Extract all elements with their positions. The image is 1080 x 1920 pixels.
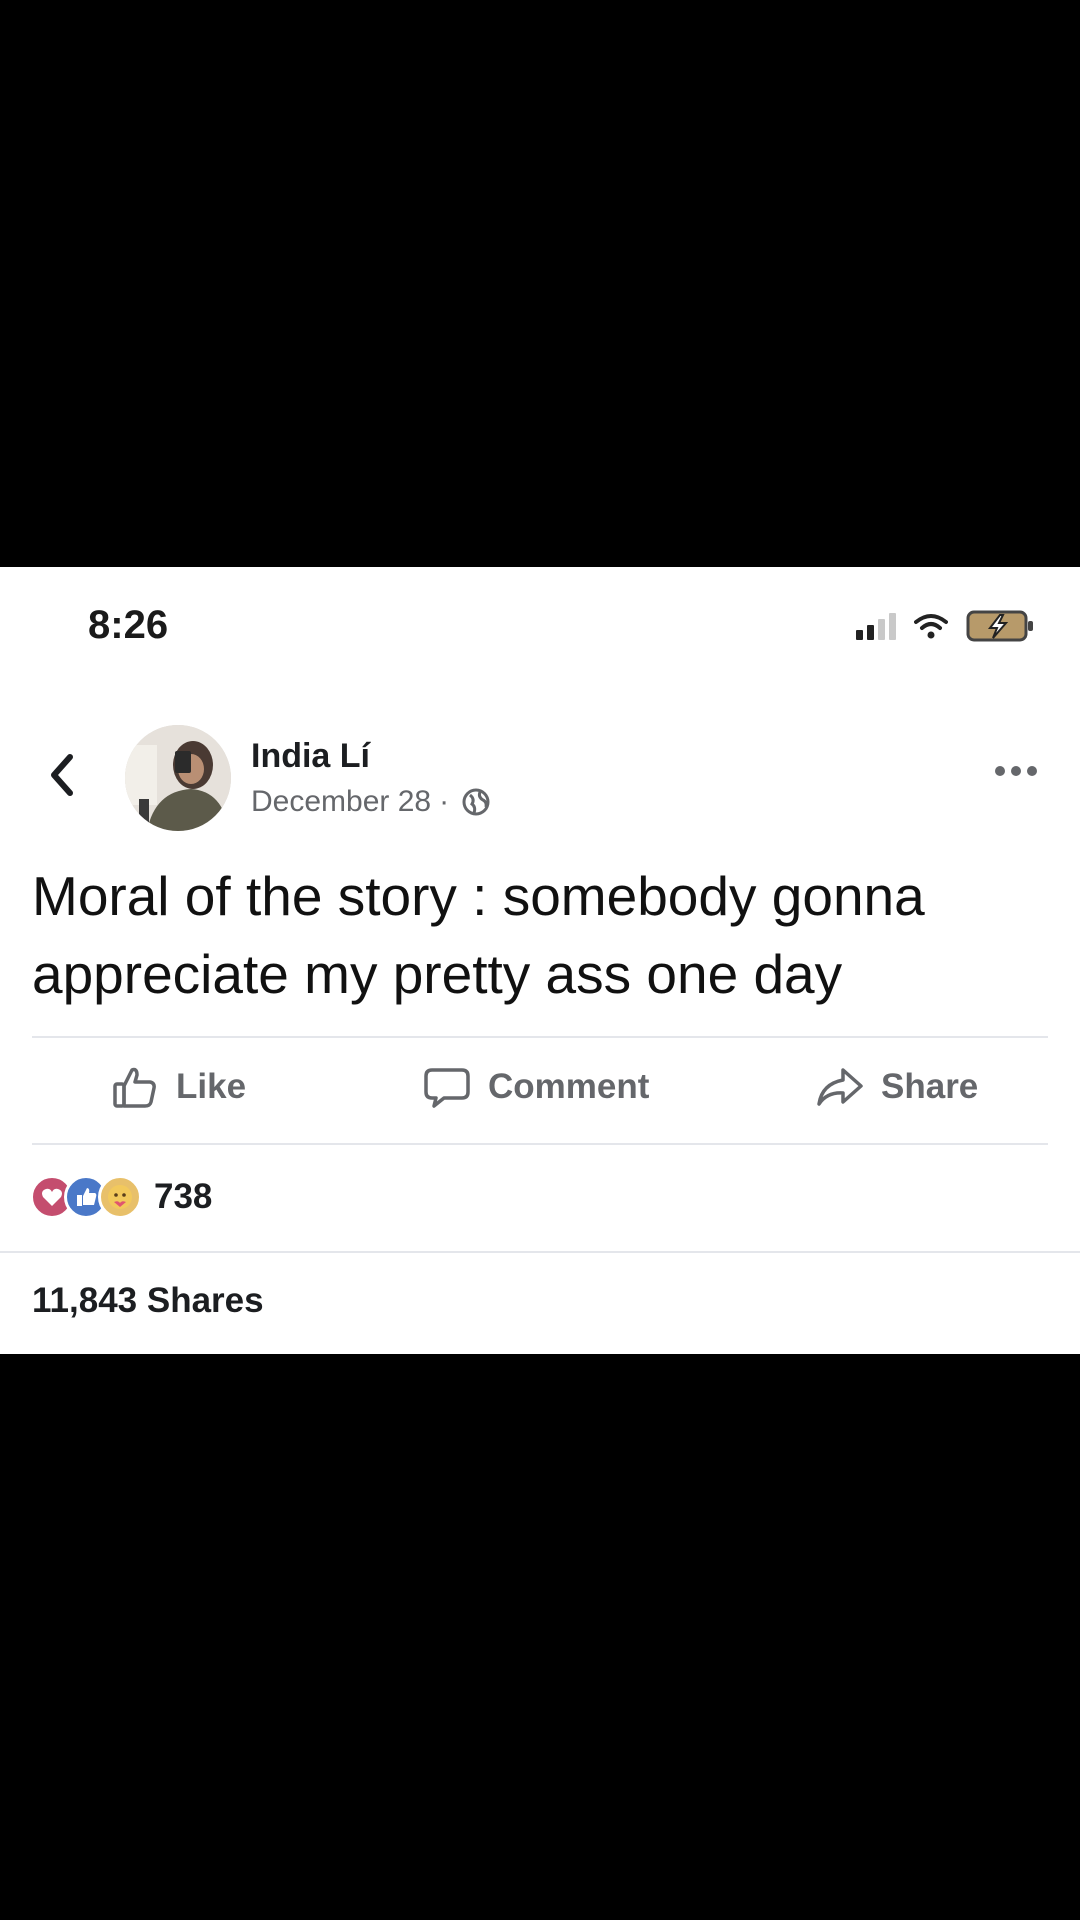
share-label: Share — [881, 1067, 979, 1106]
like-icon — [113, 1067, 156, 1108]
status-icons — [856, 609, 1036, 643]
divider — [0, 1251, 1080, 1253]
post-text: Moral of the story : somebody gonna appr… — [32, 865, 925, 1005]
back-chevron-icon[interactable] — [40, 747, 84, 803]
reactions-summary[interactable]: 738 — [30, 1167, 212, 1227]
author-name[interactable]: India Lí — [251, 737, 370, 776]
status-time: 8:26 — [88, 603, 169, 647]
avatar[interactable] — [125, 725, 231, 831]
care-reaction-icon — [98, 1175, 142, 1219]
post-header: India Lí December 28 · — [0, 717, 1080, 837]
battery-charging-icon — [966, 610, 1033, 642]
comment-icon — [424, 1068, 470, 1108]
like-label: Like — [176, 1067, 247, 1106]
signal-icon — [856, 612, 896, 640]
post-date[interactable]: December 28 — [251, 785, 431, 819]
comment-button[interactable]: Comment — [422, 1037, 649, 1137]
wifi-icon — [914, 614, 948, 639]
meta-separator: · — [439, 785, 450, 818]
share-icon — [817, 1068, 863, 1106]
more-options-icon[interactable] — [992, 763, 1040, 779]
share-button[interactable]: Share — [815, 1037, 978, 1137]
post-card: 8:26 India Lí December 28 · Moral of the… — [0, 567, 1080, 1354]
post-actions: Like Comment Share — [0, 1037, 1080, 1137]
globe-icon — [462, 788, 490, 816]
reaction-count: 738 — [154, 1177, 213, 1216]
status-bar: 8:26 — [0, 567, 1080, 687]
shares-count[interactable]: 11,843 Shares — [32, 1281, 264, 1321]
post-meta: December 28 · — [251, 785, 491, 819]
profile-photo — [125, 725, 231, 831]
comment-label: Comment — [488, 1067, 650, 1106]
divider — [32, 1143, 1048, 1145]
like-button[interactable]: Like — [110, 1037, 246, 1137]
